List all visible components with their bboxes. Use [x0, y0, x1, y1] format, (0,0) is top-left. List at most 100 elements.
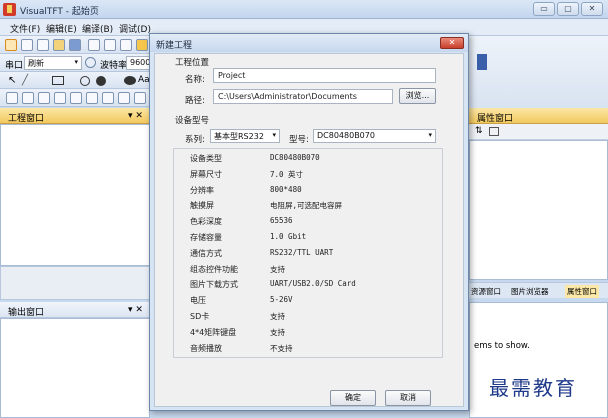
align-center-icon[interactable]	[70, 92, 82, 104]
align-top-icon[interactable]	[38, 92, 50, 104]
sort-icon[interactable]: ⇅	[475, 126, 483, 136]
distribute-icon[interactable]	[134, 92, 146, 104]
ok-button[interactable]: 确定	[330, 390, 376, 406]
spec-value: 65536	[270, 216, 293, 226]
spec-key: 存储容量	[190, 233, 222, 242]
menu-edit[interactable]: 编辑(E)	[46, 22, 77, 35]
spec-value: RS232/TTL UART	[270, 247, 334, 257]
line-icon[interactable]: ╱	[22, 75, 28, 86]
spec-value: UART/USB2.0/SD Card	[270, 279, 356, 289]
dialog-close-button[interactable]: ✕	[440, 37, 464, 49]
new-file-icon[interactable]	[37, 39, 49, 51]
baud-select[interactable]: 9600	[126, 56, 150, 70]
ellipse-icon[interactable]	[124, 76, 136, 85]
series-select[interactable]: 基本型RS232 ▾	[210, 129, 280, 143]
menu-build[interactable]: 编译(B)	[82, 22, 113, 35]
baud-label: 波特率	[100, 61, 128, 71]
dialog-title-bar: 新建工程 ✕	[150, 34, 468, 52]
spec-key: 电压	[190, 296, 206, 306]
tab-image-browser[interactable]: 图片浏览器	[511, 286, 549, 297]
project-name-input[interactable]: Project	[213, 68, 436, 83]
spec-key: 图片下载方式	[190, 280, 238, 290]
port-label: 串口	[5, 61, 24, 71]
spec-key: 色彩深度	[190, 217, 222, 227]
cut-icon[interactable]	[88, 39, 100, 51]
property-panel-title: 属性窗口	[477, 114, 514, 124]
select-tool-icon[interactable]	[5, 39, 17, 51]
model-select[interactable]: DC80480B070 ▾	[313, 129, 436, 143]
output-panel-header: 输出窗口 ▾ ✕	[0, 302, 150, 318]
spec-value: DC80480B070	[270, 153, 320, 162]
device-model-group-label: 设备型号	[175, 116, 210, 126]
copy-icon[interactable]	[104, 39, 116, 51]
window-title: VisualTFT - 起始页	[20, 7, 99, 17]
spec-value: 5-26V	[270, 295, 293, 305]
spec-key: 触摸屏	[190, 201, 214, 211]
project-panel-header: 工程窗口 ▾ ✕	[0, 108, 150, 124]
same-size-icon[interactable]	[118, 92, 130, 104]
project-location-group-label: 工程位置	[175, 58, 210, 68]
property-page-icon[interactable]	[489, 127, 499, 136]
project-path-input[interactable]: C:\Users\Administrator\Documents	[213, 89, 393, 104]
color-picker-icon[interactable]	[477, 54, 487, 70]
output-panel-body[interactable]	[0, 318, 150, 418]
minimize-button[interactable]: ▭	[533, 2, 555, 16]
series-label: 系列:	[185, 135, 205, 145]
device-spec-table: 设备类型 DC80480B070 屏幕尺寸 7.0 英寸 分辨率 800*480 触摸屏 电阻…	[173, 148, 443, 358]
menu-debug[interactable]: 调试(D)	[119, 22, 151, 35]
project-panel-footer	[0, 266, 150, 300]
model-label: 型号:	[289, 135, 309, 145]
property-panel-header: 属性窗口	[469, 108, 608, 124]
right-toolbar-area	[469, 36, 608, 108]
spec-key: SD卡	[190, 312, 210, 321]
circle-icon[interactable]	[80, 76, 90, 86]
lock-icon[interactable]	[136, 39, 148, 51]
tab-property[interactable]: 属性窗口	[565, 285, 599, 298]
right-tabs: 资源窗口 图片浏览器 属性窗口	[469, 282, 608, 298]
title-bar: VisualTFT - 起始页 ▭ ▢ ✕	[0, 0, 608, 19]
name-label: 名称:	[185, 75, 205, 85]
path-label: 路径:	[185, 96, 205, 106]
app-logo-icon	[3, 3, 16, 16]
port-select[interactable]: 刷新 ▾	[24, 56, 82, 70]
align-bottom-icon[interactable]	[54, 92, 66, 104]
browse-button[interactable]: 浏览...	[399, 88, 436, 104]
menu-file[interactable]: 文件(F)	[10, 22, 40, 35]
tab-resource[interactable]: 资源窗口	[471, 286, 501, 297]
paste-icon[interactable]	[120, 39, 132, 51]
spec-key: 屏幕尺寸	[190, 169, 222, 179]
output-pin-icon[interactable]: ▾ ✕	[128, 305, 143, 315]
maximize-button[interactable]: ▢	[557, 2, 579, 16]
spec-key: 设备类型	[190, 154, 222, 163]
dialog-title: 新建工程	[156, 41, 193, 51]
rectangle-icon[interactable]	[52, 76, 64, 85]
save-icon[interactable]	[69, 39, 81, 51]
spec-value: 7.0 英寸	[270, 169, 304, 179]
spec-value: 不支持	[270, 343, 293, 353]
spec-key: 音频播放	[190, 343, 222, 353]
align-left-icon[interactable]	[6, 92, 18, 104]
same-width-icon[interactable]	[86, 92, 98, 104]
spec-key: 4*4矩阵键盘	[190, 327, 237, 337]
filled-circle-icon[interactable]	[96, 76, 106, 86]
spec-value: 支持	[270, 264, 285, 274]
open-folder-icon[interactable]	[53, 39, 65, 51]
print-icon[interactable]	[21, 39, 33, 51]
cancel-button[interactable]: 取消	[385, 390, 431, 406]
property-panel-body[interactable]	[469, 140, 608, 280]
spec-value: 支持	[270, 312, 285, 321]
spec-value: 支持	[270, 327, 285, 337]
same-height-icon[interactable]	[102, 92, 114, 104]
text-tool-icon[interactable]: Aa	[138, 75, 150, 85]
panel-pin-icon[interactable]: ▾ ✕	[128, 111, 143, 121]
close-button[interactable]: ✕	[581, 2, 603, 16]
pointer-icon[interactable]: ↖	[8, 75, 16, 86]
spec-value: 800*480	[270, 184, 302, 194]
watermark: 最需教育	[489, 376, 577, 400]
project-panel-title: 工程窗口	[8, 114, 45, 124]
refresh-icon[interactable]	[85, 57, 96, 68]
project-panel-body[interactable]	[0, 124, 150, 266]
new-project-dialog: 新建工程 ✕ 工程位置 名称: Project 路径: C:\Users\Adm…	[149, 33, 469, 411]
empty-hint: ems to show.	[474, 341, 530, 351]
align-right-icon[interactable]	[22, 92, 34, 104]
